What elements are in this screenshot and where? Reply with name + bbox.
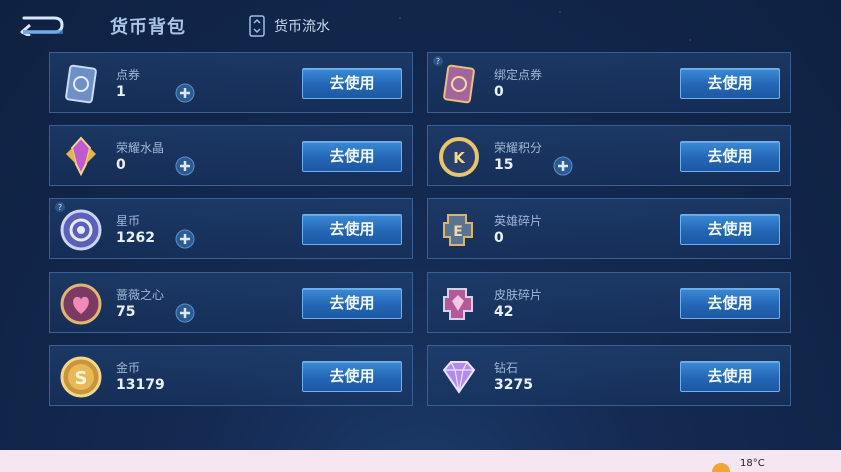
currency-name: 绑定点券	[494, 68, 543, 82]
currency-name: 点券	[116, 68, 141, 82]
plus-icon[interactable]	[553, 156, 573, 176]
use-button[interactable]: 去使用	[302, 361, 402, 392]
use-button[interactable]: 去使用	[680, 141, 780, 172]
bound-coupon-icon	[443, 64, 475, 104]
svg-text:E: E	[453, 224, 463, 240]
currency-name: 皮肤碎片	[494, 288, 543, 302]
skin-fragment-icon	[443, 288, 473, 320]
use-button[interactable]: 去使用	[302, 214, 402, 245]
glory-points-icon: K	[439, 137, 479, 177]
card-flow-icon	[249, 15, 265, 37]
currency-count: 0	[494, 230, 504, 246]
currency-card-glory-points: K 荣耀积分 15 去使用	[427, 125, 791, 186]
top-bar: 货币背包 货币流水	[0, 0, 841, 50]
currency-count: 13179	[116, 377, 165, 393]
currency-card-diamond: 钻石 3275 去使用	[427, 345, 791, 406]
currency-name: 金币	[116, 361, 141, 375]
use-button[interactable]: 去使用	[680, 68, 780, 99]
currency-count: 42	[494, 304, 514, 320]
plus-icon[interactable]	[175, 303, 195, 323]
weather-sun-icon	[712, 463, 730, 472]
currency-card-star-coin: ? 星币 1262 去使用	[49, 198, 413, 259]
diamond-icon	[442, 361, 476, 394]
currency-name: 英雄碎片	[494, 214, 543, 228]
currency-count: 15	[494, 157, 514, 173]
use-button[interactable]: 去使用	[302, 288, 402, 319]
use-button[interactable]: 去使用	[680, 214, 780, 245]
currency-flow-link[interactable]: 货币流水	[248, 15, 330, 37]
use-button[interactable]: 去使用	[680, 288, 780, 319]
use-button[interactable]: 去使用	[680, 361, 780, 392]
currency-card-gold-coin: S 金币 13179 去使用	[49, 345, 413, 406]
currency-name: 星币	[116, 214, 141, 228]
temperature-label: 18°C	[740, 458, 765, 469]
star-coin-icon	[60, 209, 102, 251]
currency-card-rose-heart: 蔷薇之心 75 去使用	[49, 272, 413, 333]
coupon-icon	[65, 64, 97, 104]
currency-card-coupon: 点券 1 去使用	[49, 52, 413, 113]
currency-card-bound-coupon: ? 绑定点券 0 去使用	[427, 52, 791, 113]
currency-count: 0	[116, 157, 126, 173]
currency-count: 0	[494, 84, 504, 100]
currency-name: 蔷薇之心	[116, 288, 165, 302]
hero-fragment-icon: E	[443, 214, 473, 246]
currency-count: 75	[116, 304, 136, 320]
rose-heart-icon	[60, 283, 102, 325]
currency-card-skin-fragment: 皮肤碎片 42 去使用	[427, 272, 791, 333]
plus-icon[interactable]	[175, 229, 195, 249]
flow-label: 货币流水	[274, 19, 330, 35]
glory-crystal-icon	[66, 136, 96, 177]
currency-name: 钻石	[494, 361, 519, 375]
back-arrow-icon[interactable]	[20, 14, 66, 36]
svg-text:K: K	[453, 149, 466, 167]
currency-name: 荣耀积分	[494, 141, 543, 155]
svg-text:S: S	[75, 368, 88, 389]
currency-card-glory-crystal: 荣耀水晶 0 去使用	[49, 125, 413, 186]
use-button[interactable]: 去使用	[302, 68, 402, 99]
currency-card-hero-fragment: E 英雄碎片 0 去使用	[427, 198, 791, 259]
plus-icon[interactable]	[175, 83, 195, 103]
currency-count: 1	[116, 84, 126, 100]
currency-count: 3275	[494, 377, 533, 393]
plus-icon[interactable]	[175, 156, 195, 176]
currency-name: 荣耀水晶	[116, 141, 165, 155]
currency-count: 1262	[116, 230, 155, 246]
page-title: 货币背包	[110, 17, 186, 38]
use-button[interactable]: 去使用	[302, 141, 402, 172]
gold-coin-icon: S	[60, 356, 102, 398]
